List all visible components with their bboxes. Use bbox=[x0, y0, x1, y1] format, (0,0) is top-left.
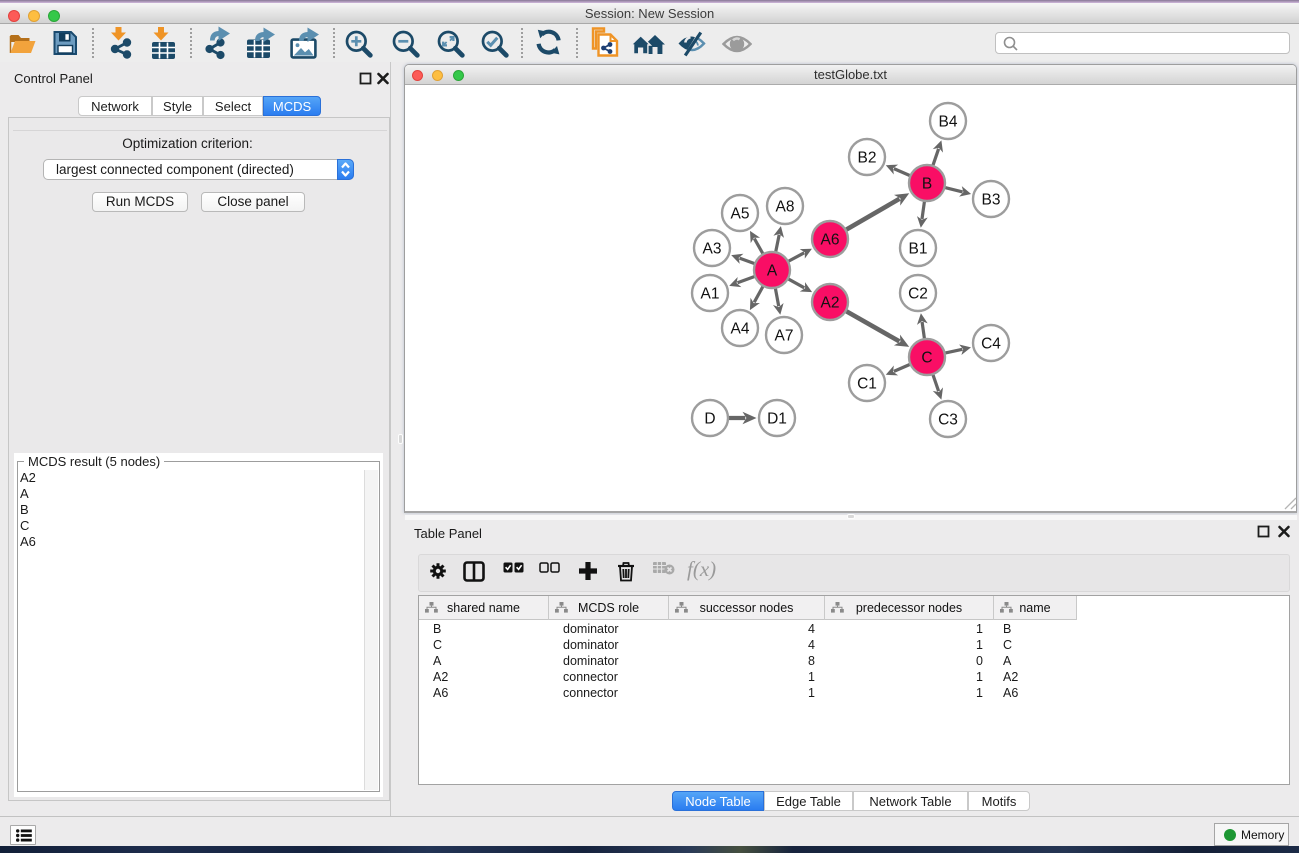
svg-text:A7: A7 bbox=[775, 328, 794, 345]
svg-text:A2: A2 bbox=[821, 295, 840, 312]
svg-text:B1: B1 bbox=[909, 241, 928, 258]
svg-text:A3: A3 bbox=[703, 241, 722, 258]
svg-text:C2: C2 bbox=[908, 286, 928, 303]
svg-text:C4: C4 bbox=[981, 336, 1001, 353]
svg-text:B: B bbox=[922, 176, 932, 193]
svg-text:C: C bbox=[921, 350, 932, 367]
svg-text:A: A bbox=[767, 263, 778, 280]
svg-text:A1: A1 bbox=[701, 286, 720, 303]
svg-text:A4: A4 bbox=[731, 321, 750, 338]
svg-text:A8: A8 bbox=[776, 199, 795, 216]
svg-text:C3: C3 bbox=[938, 412, 958, 429]
svg-text:A5: A5 bbox=[731, 206, 750, 223]
svg-text:D: D bbox=[704, 411, 715, 428]
svg-text:D1: D1 bbox=[767, 411, 787, 428]
svg-text:C1: C1 bbox=[857, 376, 877, 393]
svg-text:B4: B4 bbox=[939, 114, 958, 131]
svg-text:A6: A6 bbox=[821, 232, 840, 249]
svg-text:B3: B3 bbox=[982, 192, 1001, 209]
svg-text:B2: B2 bbox=[858, 150, 877, 167]
